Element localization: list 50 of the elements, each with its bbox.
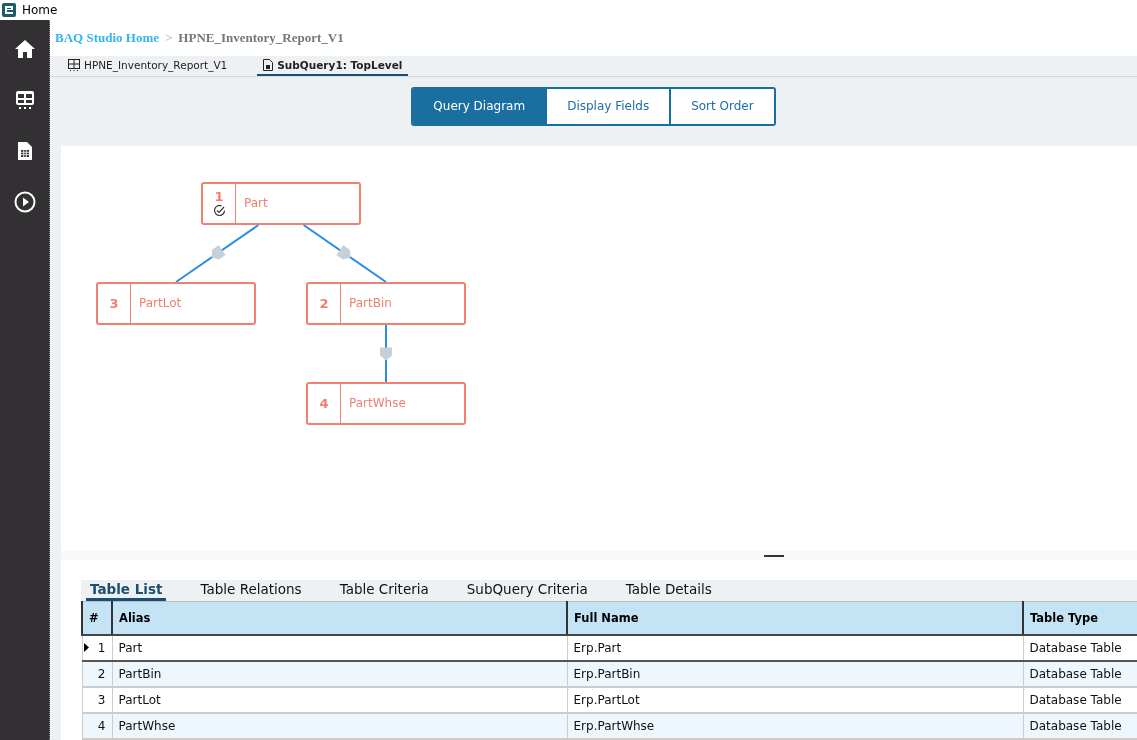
detail-tab[interactable]: Table Criteria bbox=[335, 580, 433, 601]
breadcrumb-item: HPNE_Inventory_Report_V1 bbox=[178, 29, 344, 46]
table-cell: PartLot bbox=[112, 687, 567, 713]
document-tab[interactable]: HPNE_Inventory_Report_V1 bbox=[62, 55, 234, 76]
window-title: Home bbox=[22, 3, 58, 17]
table-cell: Database Table bbox=[1023, 713, 1137, 739]
row-pointer-icon bbox=[83, 643, 89, 652]
table-cell: 1 bbox=[82, 635, 112, 661]
table-cell: 2 bbox=[82, 661, 112, 687]
view-toggle-button[interactable]: Display Fields bbox=[545, 88, 670, 124]
detail-tab[interactable]: Table Details bbox=[621, 580, 716, 601]
join-connector[interactable] bbox=[302, 223, 387, 283]
table-cell: Erp.PartWhse bbox=[567, 713, 1023, 739]
column-header[interactable]: Table Type bbox=[1023, 601, 1137, 635]
node-label: Part bbox=[243, 195, 268, 213]
detail-tab[interactable]: SubQuery Criteria bbox=[462, 580, 592, 601]
view-toggle-button[interactable]: Query Diagram bbox=[413, 88, 546, 124]
table-cell: Erp.PartLot bbox=[567, 687, 1023, 713]
column-header[interactable]: Alias bbox=[112, 601, 567, 635]
table-cell: Part bbox=[112, 635, 567, 661]
home-icon bbox=[14, 40, 35, 58]
node-label: PartLot bbox=[138, 295, 182, 313]
play-icon bbox=[13, 191, 36, 213]
table-cell: Erp.Part bbox=[567, 635, 1023, 661]
column-header[interactable]: Full Name bbox=[567, 601, 1023, 635]
node-number: 1 bbox=[214, 189, 224, 205]
breadcrumb-separator: > bbox=[165, 29, 173, 46]
column-header[interactable]: # bbox=[82, 601, 112, 635]
table-cell: Erp.PartBin bbox=[567, 661, 1023, 687]
node-label: PartBin bbox=[348, 295, 392, 313]
node-number: 4 bbox=[319, 395, 329, 411]
table-cell: 3 bbox=[82, 687, 112, 713]
join-connector[interactable] bbox=[175, 223, 260, 283]
check-circle-icon bbox=[212, 204, 226, 218]
table-cell: Database Table bbox=[1023, 661, 1137, 687]
join-connector[interactable] bbox=[380, 323, 392, 383]
document-icon bbox=[263, 58, 274, 71]
view-toggle-button[interactable]: Sort Order bbox=[669, 88, 774, 124]
table-cell: PartWhse bbox=[112, 713, 567, 739]
table-cell: 4 bbox=[82, 713, 112, 739]
table-cell: PartBin bbox=[112, 661, 567, 687]
document-tab[interactable]: SubQuery1: TopLevel bbox=[257, 55, 409, 76]
document-icon bbox=[16, 141, 33, 161]
node-label: PartWhse bbox=[348, 395, 406, 413]
detail-tab[interactable]: Table Relations bbox=[196, 580, 306, 601]
node-number: 2 bbox=[319, 295, 329, 311]
node-number: 3 bbox=[109, 295, 119, 311]
table-icon bbox=[14, 90, 35, 110]
splitter-handle[interactable] bbox=[764, 555, 784, 558]
table-icon bbox=[68, 58, 80, 71]
